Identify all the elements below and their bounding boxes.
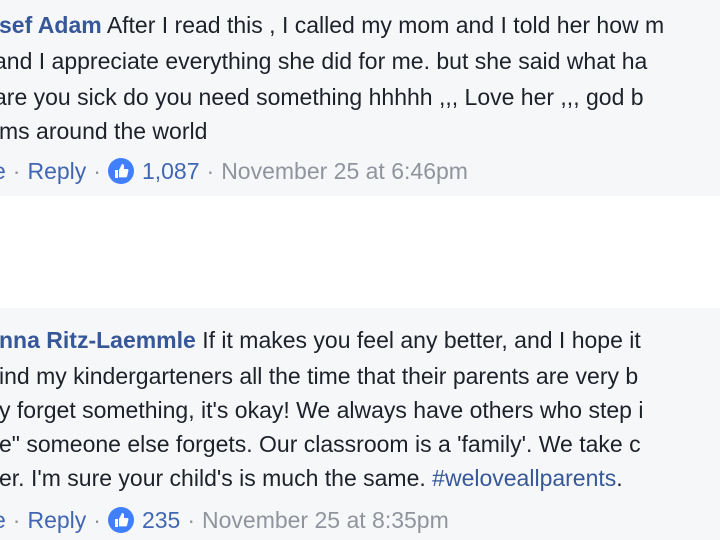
comment-text: If it makes you feel any better, and I h… [202, 327, 641, 353]
thumbs-up-icon[interactable] [107, 507, 134, 533]
hashtag-link[interactable]: #weloveallparents [432, 465, 616, 491]
comment-1-line-2: and I appreciate everything she did for … [0, 48, 648, 74]
comment-2-line-5: er. I'm sure your child's is much the sa… [0, 461, 623, 495]
separator: · [12, 158, 21, 184]
thumbs-up-icon[interactable] [107, 158, 134, 184]
comment-author[interactable]: nna Ritz-Laemmle [0, 327, 196, 353]
like-count[interactable]: 235 [142, 503, 180, 537]
comment-1-line-3: are you sick do you need something hhhhh… [0, 84, 644, 110]
comment-gap [0, 196, 720, 308]
separator: · [206, 158, 215, 184]
like-button[interactable]: e [0, 503, 6, 537]
like-count[interactable]: 1,087 [142, 154, 200, 188]
reply-button[interactable]: Reply [27, 154, 86, 188]
comment-text: er. I'm sure your child's is much the sa… [0, 465, 426, 491]
like-button[interactable]: e [0, 154, 6, 188]
comment-2-actions: e · Reply · 235 · November 25 at 8:35pm [0, 503, 449, 537]
reply-button[interactable]: Reply [27, 503, 86, 537]
comment-timestamp[interactable]: November 25 at 8:35pm [202, 503, 449, 537]
comment-1-line-4: ms around the world [0, 118, 208, 144]
comment-1: sef Adam After I read this , I called my… [0, 0, 720, 196]
comment-2: nna Ritz-Laemmle If it makes you feel an… [0, 308, 720, 540]
comment-timestamp[interactable]: November 25 at 6:46pm [221, 154, 468, 188]
comment-2-line-3: y forget something, it's okay! We always… [0, 397, 644, 423]
separator: · [187, 507, 195, 533]
comment-2-line-1: nna Ritz-Laemmle If it makes you feel an… [0, 323, 641, 357]
comment-text: After I read this , I called my mom and … [106, 12, 665, 38]
comment-author[interactable]: sef Adam [0, 12, 102, 38]
comment-1-line-1: sef Adam After I read this , I called my… [0, 8, 664, 42]
hashtag-suffix: . [616, 465, 623, 491]
comment-1-actions: e · Reply · 1,087 · November 25 at 6:46p… [0, 154, 468, 188]
comment-2-line-2: ind my kindergarteners all the time that… [0, 363, 639, 389]
comment-2-line-4: e" someone else forgets. Our classroom i… [0, 431, 641, 457]
separator: · [93, 158, 101, 184]
separator: · [12, 507, 21, 533]
separator: · [93, 507, 101, 533]
